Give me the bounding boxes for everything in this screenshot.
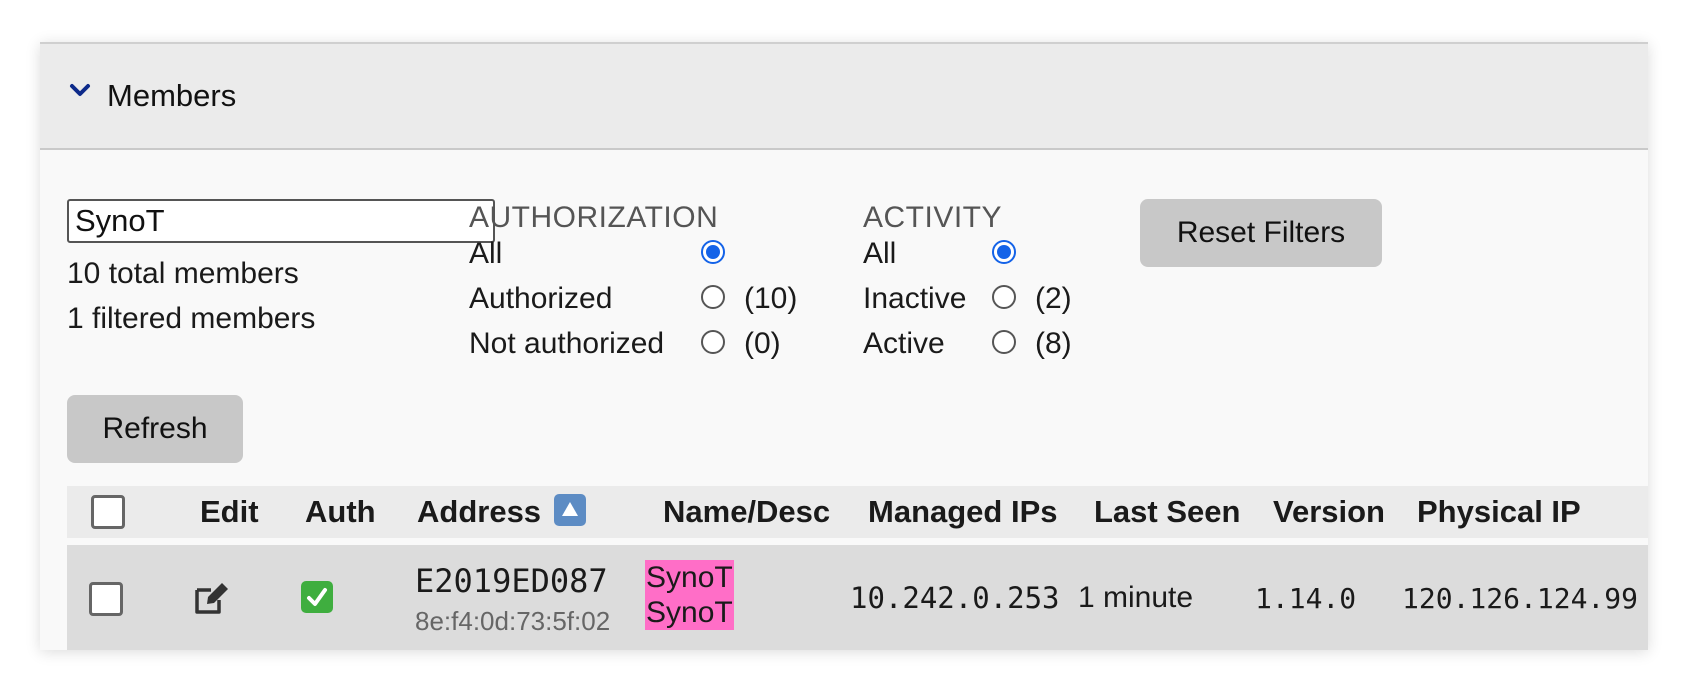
activity-option-active-radio[interactable] [992, 330, 1016, 354]
members-panel-header[interactable]: Members [40, 44, 1648, 150]
row-select-checkbox[interactable] [89, 582, 123, 616]
activity-option-inactive-count: (2) [1035, 282, 1072, 315]
activity-option-inactive-radio[interactable] [992, 285, 1016, 309]
activity-heading: ACTIVITY [863, 201, 1003, 234]
column-header-name-desc: Name/Desc [663, 494, 831, 529]
auth-option-authorized-radio[interactable] [701, 285, 725, 309]
column-header-version: Version [1273, 494, 1385, 529]
column-header-address[interactable]: Address [417, 494, 541, 530]
activity-option-all-label: All [863, 237, 897, 270]
member-address: E2019ED087 [415, 562, 608, 600]
auth-option-not-authorized-count: (0) [744, 327, 781, 360]
reset-filters-button[interactable]: Reset Filters [1140, 199, 1382, 267]
members-title: Members [107, 78, 237, 113]
column-header-last-seen: Last Seen [1094, 494, 1241, 529]
activity-option-active-label: Active [863, 327, 945, 360]
member-physical-ip: 120.126.124.99 [1402, 582, 1639, 615]
table-row: E2019ED087 8e:f4:0d:73:5f:02 SynoT SynoT… [67, 545, 1648, 650]
auth-option-authorized-label: Authorized [469, 282, 613, 315]
member-managed-ip: 10.242.0.253 [850, 581, 1060, 615]
chevron-down-icon[interactable] [68, 78, 92, 102]
auth-option-all-radio[interactable] [701, 240, 725, 264]
activity-option-inactive-label: Inactive [863, 282, 967, 315]
select-all-checkbox[interactable] [91, 495, 125, 529]
edit-icon[interactable] [193, 580, 231, 616]
activity-option-active-count: (8) [1035, 327, 1072, 360]
member-desc: SynoT [646, 596, 733, 629]
checkmark-icon[interactable] [301, 581, 333, 613]
member-name-desc: SynoT SynoT [645, 560, 734, 630]
filter-input[interactable] [67, 199, 495, 243]
total-members-label: 10 total members [67, 257, 299, 290]
auth-option-authorized-count: (10) [744, 282, 798, 315]
column-header-managed-ips: Managed IPs [868, 494, 1058, 529]
auth-option-all-label: All [469, 237, 503, 270]
authorization-heading: AUTHORIZATION [469, 201, 719, 234]
column-header-physical-ip: Physical IP [1417, 494, 1581, 529]
table-header: Edit Auth Address Name/Desc Managed IPs … [67, 486, 1648, 538]
column-header-auth: Auth [305, 494, 376, 529]
filtered-members-label: 1 filtered members [67, 302, 316, 335]
refresh-button[interactable]: Refresh [67, 395, 243, 463]
member-version: 1.14.0 [1255, 582, 1357, 615]
member-last-seen: 1 minute [1078, 581, 1194, 614]
sort-ascending-icon[interactable] [554, 494, 586, 526]
activity-option-all-radio[interactable] [992, 240, 1016, 264]
column-header-edit: Edit [200, 494, 259, 529]
auth-option-not-authorized-label: Not authorized [469, 327, 665, 360]
member-name: SynoT [646, 561, 733, 594]
auth-option-not-authorized-radio[interactable] [701, 330, 725, 354]
member-mac-address: 8e:f4:0d:73:5f:02 [415, 606, 611, 636]
members-panel: Members 10 total members 1 filtered memb… [40, 42, 1648, 650]
